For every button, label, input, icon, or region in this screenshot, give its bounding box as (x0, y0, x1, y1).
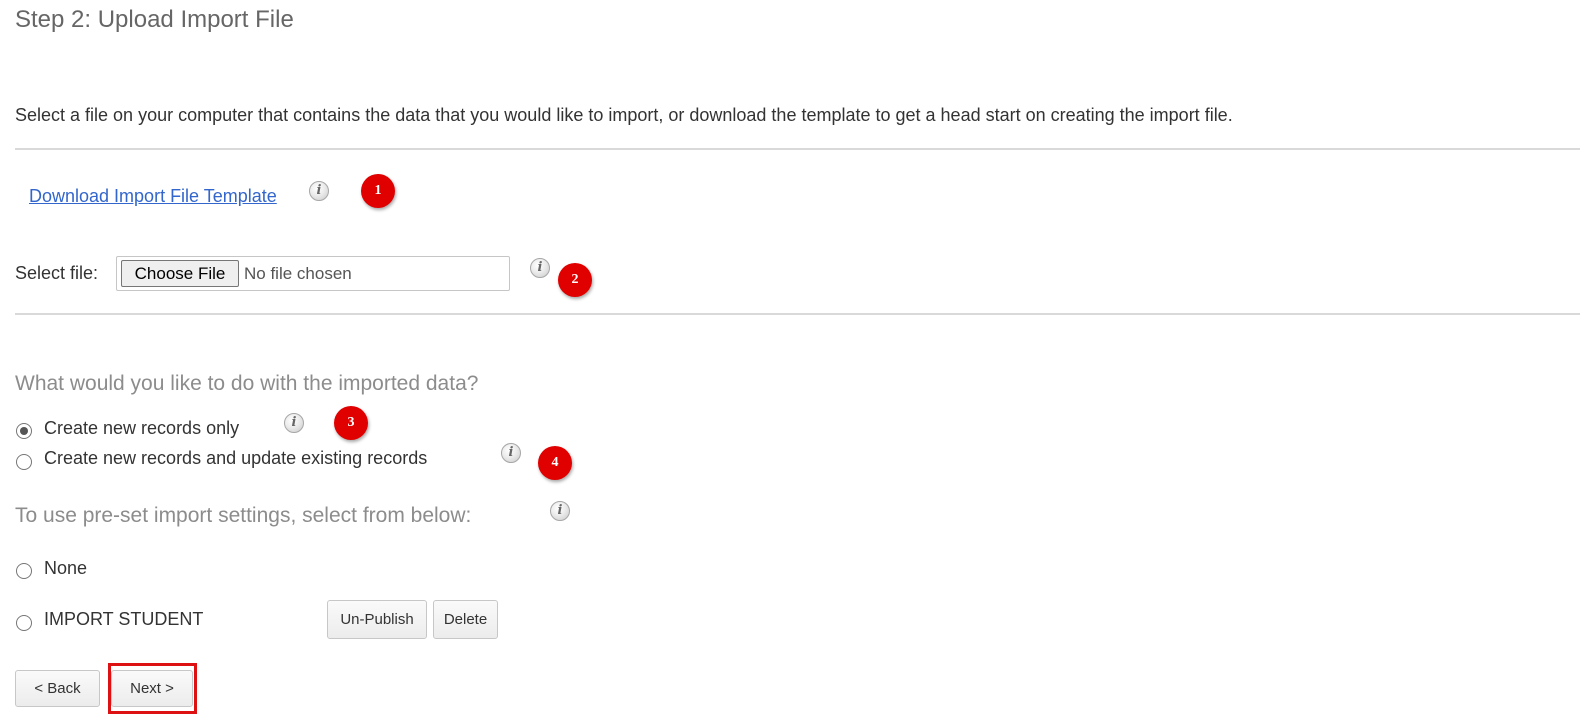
callout-badge-2: 2 (558, 263, 592, 297)
radio-preset-import-student-label[interactable]: IMPORT STUDENT (44, 609, 203, 630)
radio-create-only[interactable] (16, 423, 32, 439)
page-title: Step 2: Upload Import File (15, 6, 294, 33)
divider-top (15, 148, 1580, 150)
callout-badge-3: 3 (334, 406, 368, 440)
page-description: Select a file on your computer that cont… (15, 105, 1233, 125)
select-file-label: Select file: (15, 263, 99, 283)
radio-preset-import-student[interactable] (16, 615, 32, 631)
delete-button[interactable]: Delete (433, 600, 498, 639)
create-only-info-icon[interactable]: i (284, 413, 304, 433)
back-button[interactable]: < Back (15, 670, 100, 707)
unpublish-button[interactable]: Un-Publish (327, 600, 427, 639)
radio-preset-none-label[interactable]: None (44, 558, 87, 579)
callout-badge-1: 1 (361, 174, 395, 208)
template-info-icon[interactable]: i (309, 181, 329, 201)
create-update-info-icon[interactable]: i (501, 443, 521, 463)
preset-question: To use pre-set import settings, select f… (15, 504, 472, 527)
choose-file-button[interactable]: Choose File (121, 260, 239, 287)
file-status-text: No file chosen (244, 264, 352, 283)
next-button-highlight (108, 663, 197, 714)
divider-middle (15, 313, 1580, 315)
radio-preset-none[interactable] (16, 563, 32, 579)
file-info-icon[interactable]: i (530, 258, 550, 278)
preset-info-icon[interactable]: i (550, 501, 570, 521)
download-template-link[interactable]: Download Import File Template (29, 186, 277, 207)
radio-create-update-label[interactable]: Create new records and update existing r… (44, 448, 427, 469)
radio-create-only-label[interactable]: Create new records only (44, 418, 239, 439)
radio-create-update[interactable] (16, 454, 32, 470)
import-mode-question: What would you like to do with the impor… (15, 372, 479, 395)
callout-badge-4: 4 (538, 446, 572, 480)
